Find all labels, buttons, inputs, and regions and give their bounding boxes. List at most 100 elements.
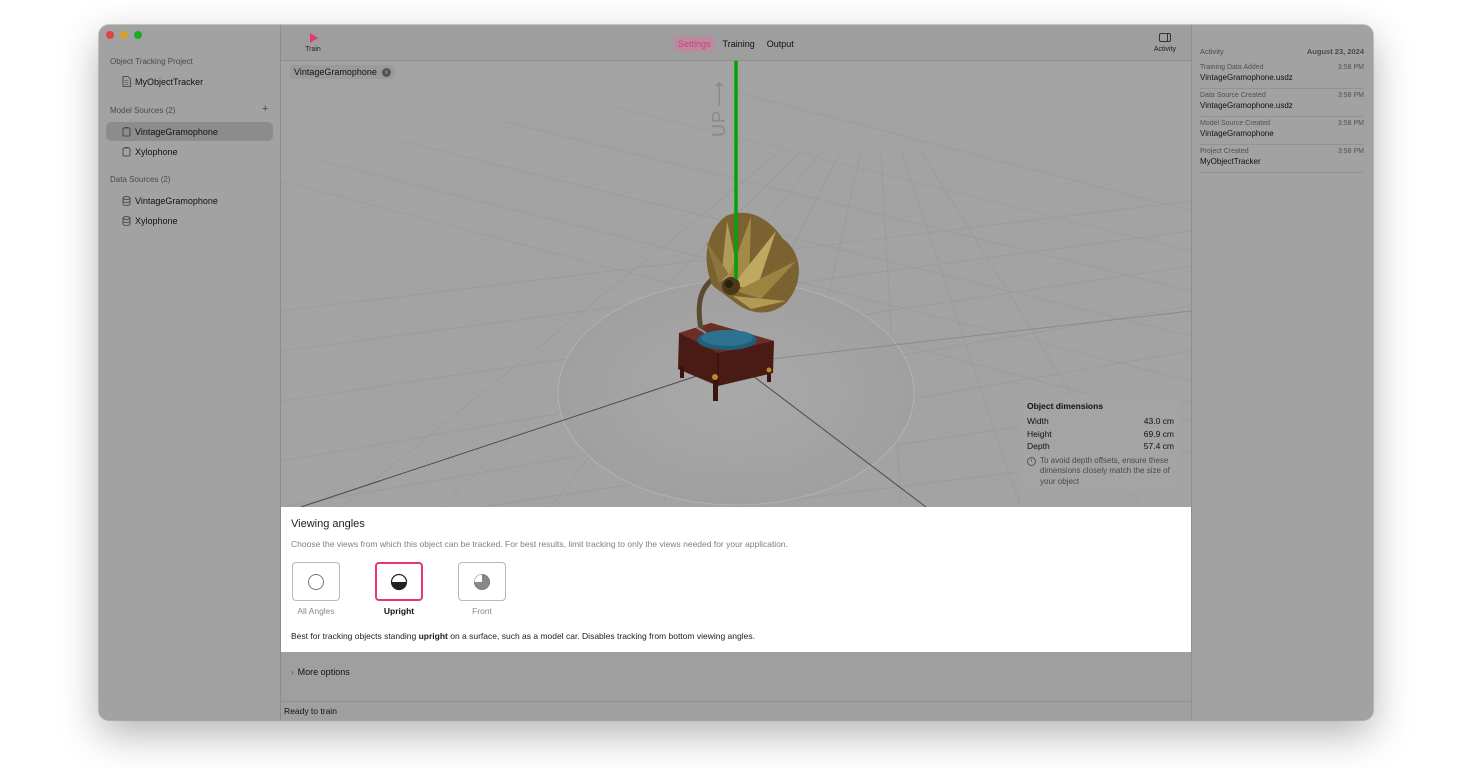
add-model-source-button[interactable]: +: [262, 104, 268, 115]
model-chip-label: VintageGramophone: [294, 67, 377, 77]
model-chip[interactable]: VintageGramophone ›: [290, 65, 395, 79]
activity-item-name: MyObjectTracker: [1200, 157, 1261, 166]
tracking-disc: [557, 280, 915, 506]
angle-option-label: Front: [472, 606, 492, 616]
up-label: UP: [709, 109, 729, 137]
activity-item-name: VintageGramophone.usdz: [1200, 101, 1293, 110]
activity-event: Training Data Added: [1200, 64, 1264, 71]
more-options-label: More options: [297, 667, 350, 677]
app-window: Object Tracking Project MyObjectTracker …: [99, 25, 1373, 720]
more-options-disclosure[interactable]: › More options: [291, 667, 350, 677]
sidebar-item-label: Xylophone: [135, 215, 178, 226]
train-button-label: Train: [305, 46, 321, 53]
status-bar: Ready to train: [281, 701, 1191, 720]
half-circle-icon: [390, 573, 408, 590]
cube-icon: [121, 146, 131, 157]
angle-option-label: Upright: [383, 606, 415, 616]
play-icon: [310, 33, 318, 43]
list-item[interactable]: Model Source Created 3:58 PM VintageGramo…: [1200, 117, 1364, 145]
angle-option-box[interactable]: [375, 562, 423, 601]
minimize-window-button[interactable]: [120, 31, 128, 39]
toolbar: Train Settings Training Output Activity: [281, 25, 1191, 61]
list-item[interactable]: Project Created 3:58 PM MyObjectTracker: [1200, 145, 1364, 173]
info-icon: i: [1027, 456, 1036, 466]
sidebar-item-data-vintagegramophone[interactable]: VintageGramophone: [106, 191, 273, 210]
activity-time: 3:58 PM: [1337, 148, 1364, 155]
cube-icon: [121, 126, 131, 137]
up-direction-indicator: UP ⟶: [709, 80, 730, 137]
dimension-row-width: Width 43.0 cm: [1027, 415, 1174, 428]
activity-time: 3:58 PM: [1337, 120, 1364, 127]
tab-output[interactable]: Output: [763, 36, 798, 52]
list-item[interactable]: Data Source Created 3:58 PM VintageGramop…: [1200, 89, 1364, 117]
dimension-row-height: Height 69.9 cm: [1027, 428, 1174, 441]
description-text: Best for tracking objects standing: [291, 631, 419, 641]
activity-header: Activity August 23, 2024: [1200, 47, 1364, 56]
angle-option-label: All Angles: [297, 606, 335, 616]
dimensions-note-text: To avoid depth offsets, ensure these dim…: [1040, 455, 1170, 486]
activity-event: Model Source Created: [1200, 120, 1271, 127]
sidebar-item-data-xylophone[interactable]: Xylophone: [106, 211, 273, 230]
activity-event: Project Created: [1200, 148, 1249, 155]
dimension-label: Height: [1027, 428, 1052, 439]
angle-option-box[interactable]: [292, 562, 340, 601]
activity-date: August 23, 2024: [1306, 47, 1364, 56]
sidebar-item-label: Xylophone: [135, 146, 178, 157]
dimension-row-depth: Depth 57.4 cm: [1027, 440, 1174, 453]
tab-bar: Settings Training Output: [674, 36, 798, 52]
zoom-window-button[interactable]: [134, 31, 142, 39]
dimension-label: Width: [1027, 416, 1049, 426]
angle-option-front[interactable]: Front: [458, 562, 506, 616]
list-item[interactable]: Training Data Added 3:58 PM VintageGramop…: [1200, 61, 1364, 89]
sidebar: Object Tracking Project MyObjectTracker …: [99, 25, 281, 720]
activity-title: Activity: [1200, 47, 1224, 56]
database-icon: [121, 215, 131, 226]
activity-time: 3:58 PM: [1337, 64, 1364, 71]
activity-button-label: Activity: [1153, 46, 1176, 53]
bottom-area: › More options Ready to train: [281, 652, 1191, 720]
activity-toggle-button[interactable]: Activity: [1154, 33, 1176, 53]
window-controls: [106, 31, 142, 39]
activity-list: Training Data Added 3:58 PM VintageGramop…: [1200, 61, 1364, 173]
close-window-button[interactable]: [106, 31, 114, 39]
activity-time: 3:58 PM: [1337, 92, 1364, 99]
dimensions-note: i To avoid depth offsets, ensure these d…: [1027, 456, 1174, 488]
angle-option-all-angles[interactable]: All Angles: [292, 562, 340, 616]
viewing-angles-title: Viewing angles: [291, 518, 365, 530]
data-sources-title: Data Sources (2): [110, 175, 171, 184]
dimension-value: 69.9 cm: [1143, 428, 1174, 439]
dimension-value: 57.4 cm: [1143, 441, 1174, 451]
description-text: on a surface, such as a model car. Disab…: [447, 631, 755, 641]
sidebar-item-model-xylophone[interactable]: Xylophone: [106, 142, 273, 161]
tab-training[interactable]: Training: [719, 36, 759, 52]
activity-item-name: VintageGramophone.usdz: [1200, 73, 1293, 82]
chevron-right-icon[interactable]: ›: [381, 67, 391, 77]
3d-viewport[interactable]: UP ⟶ VintageGramophone › Object dimensio…: [281, 61, 1191, 507]
dimensions-title: Object dimensions: [1027, 401, 1104, 411]
document-icon: [121, 76, 131, 87]
train-button[interactable]: Train: [302, 33, 324, 53]
viewing-angle-description: Best for tracking objects standing uprig…: [291, 631, 755, 641]
angle-option-box[interactable]: [458, 562, 506, 601]
quarter-circle-icon: [474, 573, 490, 590]
description-emphasis: upright: [418, 631, 448, 641]
activity-panel: Activity August 23, 2024 Training Data A…: [1191, 25, 1373, 720]
tab-settings[interactable]: Settings: [674, 36, 715, 52]
sidebar-right-icon: [1158, 33, 1171, 42]
sidebar-item-model-vintagegramophone[interactable]: VintageGramophone: [106, 122, 273, 141]
activity-item-name: VintageGramophone: [1200, 129, 1274, 138]
database-icon: [121, 195, 131, 206]
activity-event: Data Source Created: [1200, 92, 1266, 99]
dimension-label: Depth: [1027, 441, 1050, 451]
arrow-right-icon: ⟶: [709, 80, 729, 107]
sidebar-item-label: VintageGramophone: [135, 195, 218, 206]
project-section-title: Object Tracking Project: [110, 57, 193, 66]
sidebar-item-project[interactable]: MyObjectTracker: [106, 72, 273, 91]
sidebar-item-label: MyObjectTracker: [135, 76, 204, 87]
chevron-right-icon: ›: [291, 668, 294, 677]
viewing-angles-subtitle: Choose the views from which this object …: [291, 539, 789, 549]
model-sources-title: Model Sources (2): [110, 106, 176, 115]
dimension-value: 43.0 cm: [1143, 416, 1174, 426]
angle-option-upright[interactable]: Upright: [375, 562, 423, 616]
sidebar-item-label: VintageGramophone: [135, 126, 218, 137]
